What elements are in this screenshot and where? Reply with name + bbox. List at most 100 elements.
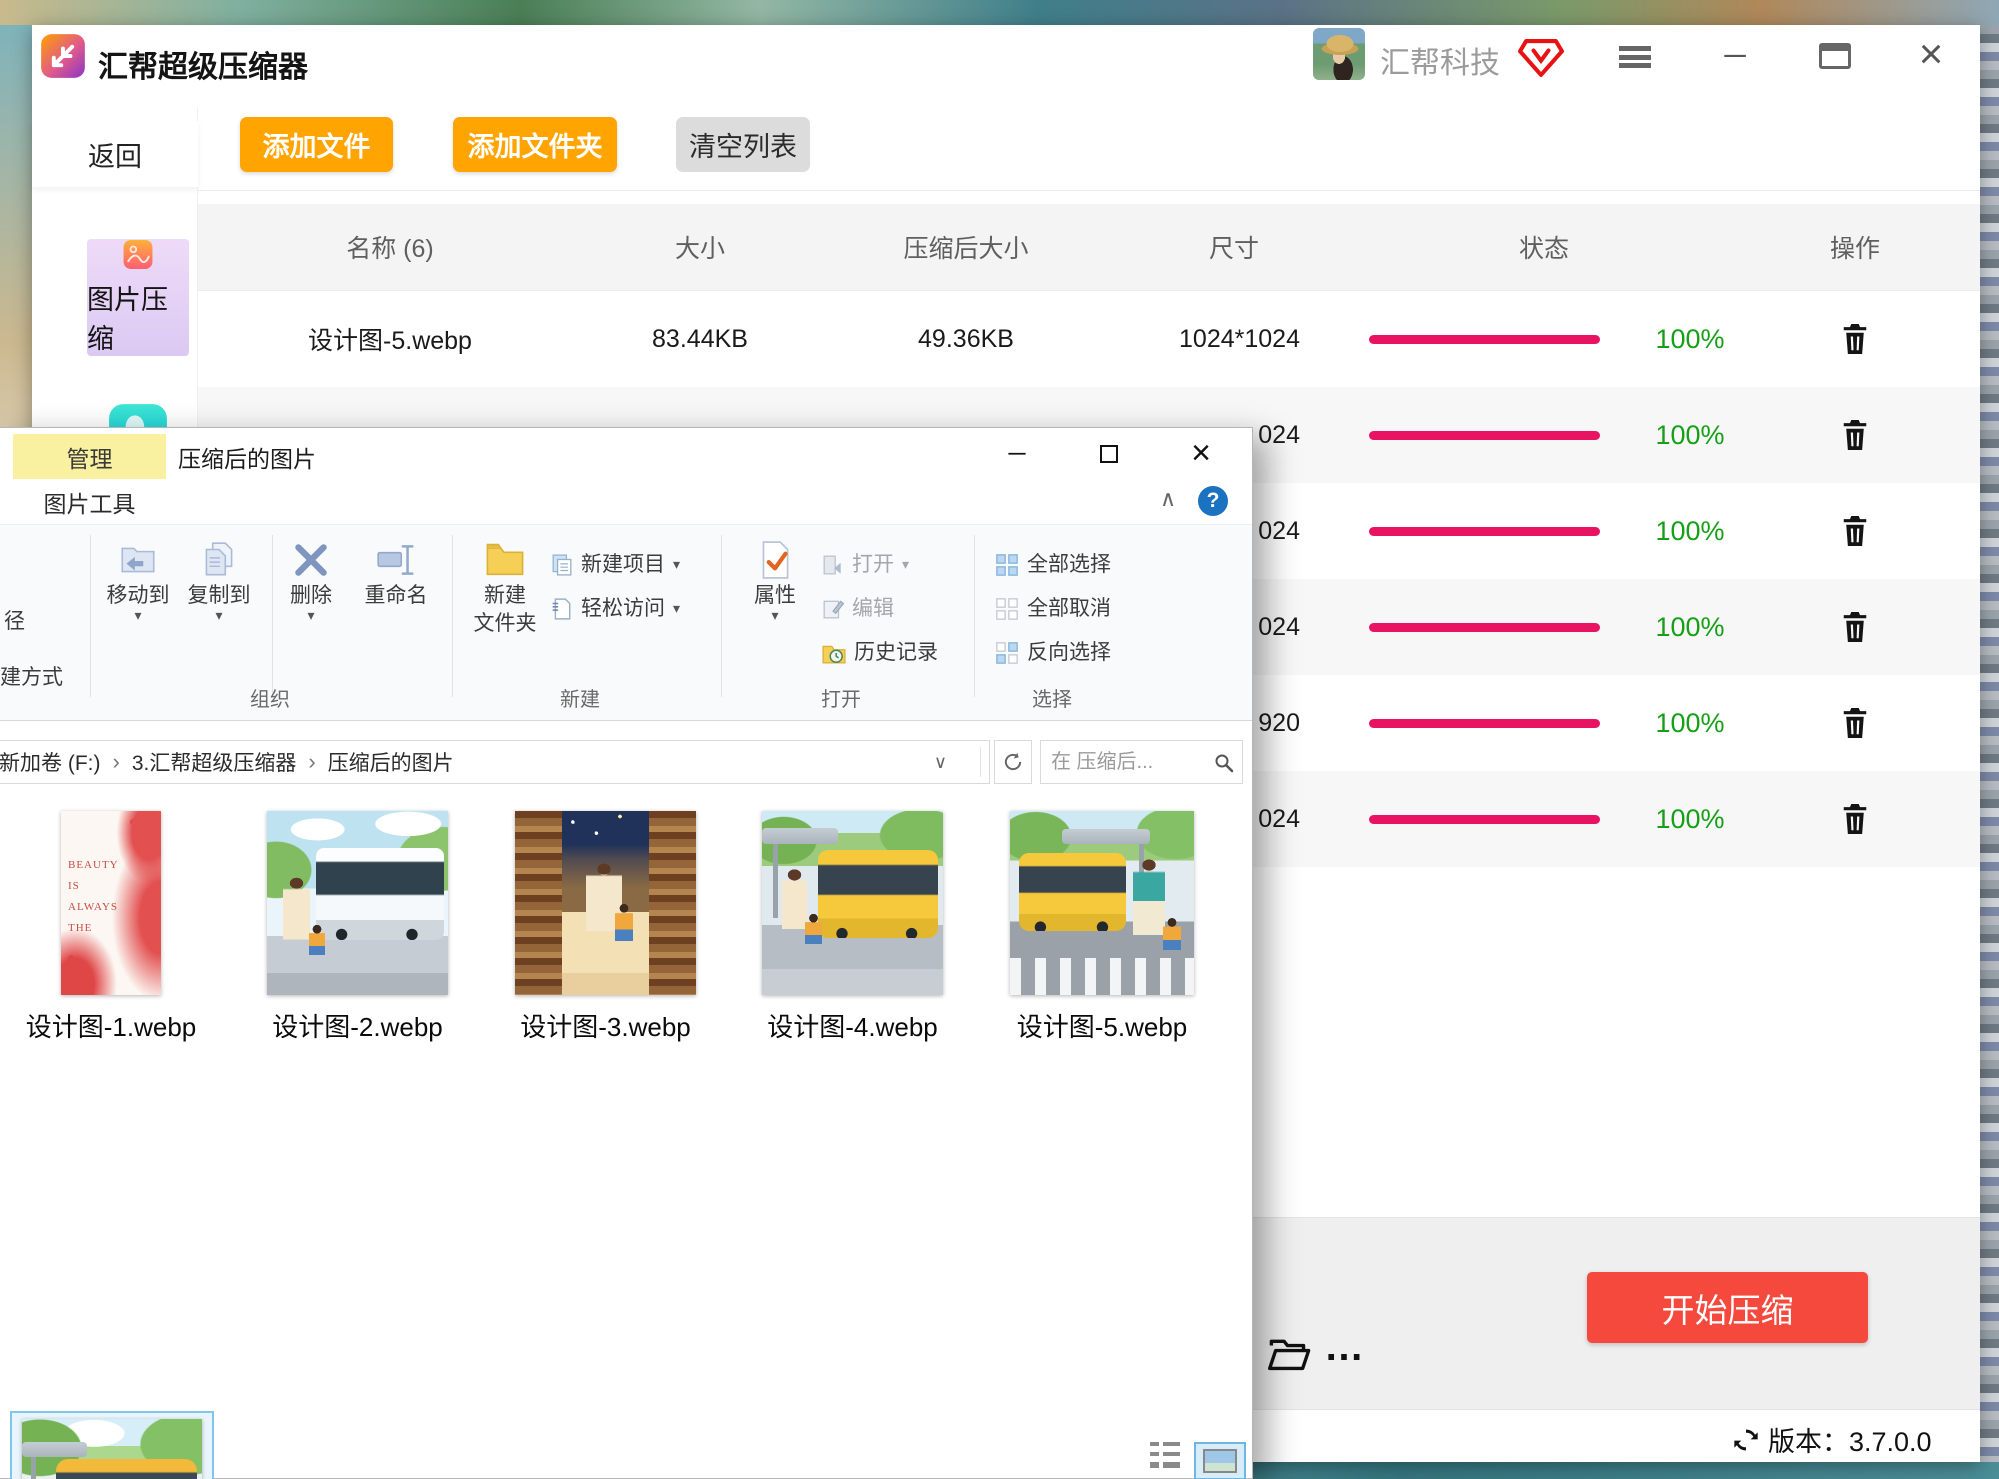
open-icon (822, 554, 844, 576)
version-info[interactable]: 版本：3.7.0.0 (1732, 1420, 1932, 1459)
ribbon-open-button[interactable]: 打开 ▾ (822, 548, 909, 582)
thumbnail-image-6 (22, 1419, 202, 1479)
file-label: 设计图-4.webp (767, 1007, 938, 1044)
column-status: 状态 (1444, 204, 1644, 290)
file-label: 设计图-5.webp (1017, 1007, 1188, 1044)
delete-row-button[interactable] (1825, 483, 1885, 579)
maximize-button[interactable] (1812, 33, 1858, 79)
progress-bar (1369, 815, 1600, 824)
file-item-1[interactable]: BEAUTY IS ALWAYS THE 设计图-1.webp (61, 811, 161, 1044)
history-icon (822, 642, 846, 664)
file-label: 设计图-3.webp (520, 1007, 691, 1044)
progress-percent: 100% (1640, 771, 1740, 867)
trash-icon (1840, 610, 1870, 644)
progress-bar (1369, 623, 1600, 632)
select-all-icon (995, 553, 1019, 577)
delete-row-button[interactable] (1825, 387, 1885, 483)
delete-row-button[interactable] (1825, 675, 1885, 771)
sidebar-back-button[interactable]: 返回 (32, 121, 198, 187)
breadcrumb-folder[interactable]: 3.汇帮超级压缩器 (132, 747, 297, 777)
table-row: 设计图-5.webp 83.44KB 49.36KB 1024*1024 100… (198, 291, 1980, 387)
move-to-icon (117, 539, 159, 581)
progress-track (1369, 675, 1600, 771)
delete-row-button[interactable] (1825, 579, 1885, 675)
explorer-window-title: 压缩后的图片 (178, 440, 316, 474)
open-output-folder-icon[interactable] (1268, 1335, 1312, 1373)
add-file-button[interactable]: 添加文件 (240, 117, 393, 172)
file-table-header: 名称 (6) 大小 压缩后大小 尺寸 状态 操作 (198, 204, 1980, 291)
file-item-6-selected[interactable]: 设计图-6.webp (22, 1419, 202, 1479)
trash-icon (1840, 706, 1870, 740)
maximize-icon (1819, 43, 1851, 69)
ribbon-move-to-button[interactable]: 移动到 ▾ (93, 539, 183, 621)
address-bar[interactable]: 新加卷 (F:) › 3.汇帮超级压缩器 › 压缩后的图片 ∨ (0, 740, 990, 784)
progress-percent: 100% (1640, 387, 1740, 483)
add-folder-button[interactable]: 添加文件夹 (453, 117, 617, 172)
file-item-2[interactable]: 设计图-2.webp (267, 811, 448, 1044)
progress-bar (1369, 719, 1600, 728)
ribbon-select-all-button[interactable]: 全部选择 (995, 548, 1111, 582)
ribbon-invert-selection-button[interactable]: 反向选择 (995, 636, 1111, 670)
ribbon-select-none-button[interactable]: 全部取消 (995, 592, 1111, 626)
sidebar-item-image-compress[interactable]: 图片压缩 (87, 239, 189, 356)
address-dropdown-icon[interactable]: ∨ (934, 752, 947, 773)
column-action: 操作 (1755, 204, 1955, 290)
delete-row-button[interactable] (1825, 291, 1885, 387)
ribbon-edit-button[interactable]: 编辑 (822, 592, 894, 626)
ribbon-group-organize: 组织 (210, 683, 330, 712)
file-item-5[interactable]: 设计图-5.webp (1010, 811, 1194, 1044)
refresh-icon (1002, 751, 1024, 773)
more-options-button[interactable]: … (1324, 1325, 1366, 1370)
file-item-4[interactable]: 设计图-4.webp (762, 811, 943, 1044)
list-view-icon[interactable] (1150, 1442, 1180, 1468)
search-box[interactable] (1040, 740, 1243, 784)
ribbon-fragment-copy-path[interactable]: 径 (4, 609, 25, 635)
start-compress-button[interactable]: 开始压缩 (1587, 1272, 1868, 1343)
desktop-wallpaper-right (1980, 25, 1999, 1462)
breadcrumb-drive[interactable]: 新加卷 (F:) (0, 747, 100, 777)
user-avatar[interactable] (1313, 28, 1365, 80)
explorer-tab-picture-tools[interactable]: 图片工具 (13, 479, 166, 524)
column-dimensions: 尺寸 (1134, 204, 1334, 290)
ribbon-properties-button[interactable]: 属性 ▾ (730, 539, 820, 621)
select-none-icon (995, 597, 1019, 621)
progress-percent: 100% (1640, 579, 1740, 675)
search-input[interactable] (1041, 741, 1242, 783)
progress-bar (1369, 527, 1600, 536)
ribbon-easy-access-button[interactable]: 轻松访问 ▾ (551, 592, 680, 626)
explorer-close-button[interactable]: × (1169, 428, 1233, 479)
explorer-tab-manage[interactable]: 管理 (13, 434, 166, 479)
close-button[interactable]: × (1908, 29, 1954, 79)
file-item-3[interactable]: 设计图-3.webp (515, 811, 696, 1044)
menu-icon[interactable] (1619, 46, 1651, 68)
minimize-button[interactable]: ─ (1712, 33, 1758, 79)
ribbon-history-button[interactable]: 历史记录 (822, 636, 938, 670)
breadcrumb-current[interactable]: 压缩后的图片 (328, 747, 454, 777)
clear-list-button[interactable]: 清空列表 (676, 117, 810, 172)
help-icon[interactable]: ? (1198, 486, 1228, 516)
explorer-maximize-button[interactable] (1077, 428, 1141, 479)
ribbon-delete-button[interactable]: 删除 ▾ (266, 539, 356, 621)
ribbon-new-item-button[interactable]: 新建项目 ▾ (551, 548, 680, 582)
rename-icon (375, 539, 417, 581)
ribbon-rename-button[interactable]: 重命名 (351, 539, 441, 609)
ribbon-new-folder-button[interactable]: 新建 文件夹 (460, 539, 550, 638)
thumbnail-view-icon[interactable] (1194, 1442, 1246, 1479)
desktop-wallpaper-top (0, 0, 1999, 25)
app-title-bar: 汇帮超级压缩器 汇帮科技 ─ × (32, 25, 1980, 107)
file-dimensions: 1024*1024 (1100, 291, 1300, 387)
file-size: 83.44KB (600, 291, 800, 387)
delete-row-button[interactable] (1825, 771, 1885, 867)
ribbon-collapse-icon[interactable]: ∧ (1148, 486, 1188, 520)
account-name[interactable]: 汇帮科技 (1380, 38, 1500, 82)
trash-icon (1840, 514, 1870, 548)
file-compressed-size: 49.36KB (866, 291, 1066, 387)
vip-badge-icon[interactable] (1518, 37, 1564, 79)
column-name: 名称 (6) (230, 204, 550, 290)
ribbon-fragment-paste-shortcut[interactable]: 建方式 (0, 665, 63, 691)
ribbon-copy-to-button[interactable]: 复制到 ▾ (174, 539, 264, 621)
explorer-address-row: 新加卷 (F:) › 3.汇帮超级压缩器 › 压缩后的图片 ∨ (0, 731, 1252, 793)
explorer-minimize-button[interactable]: ─ (985, 428, 1049, 479)
refresh-button[interactable] (994, 740, 1032, 784)
trash-icon (1840, 802, 1870, 836)
